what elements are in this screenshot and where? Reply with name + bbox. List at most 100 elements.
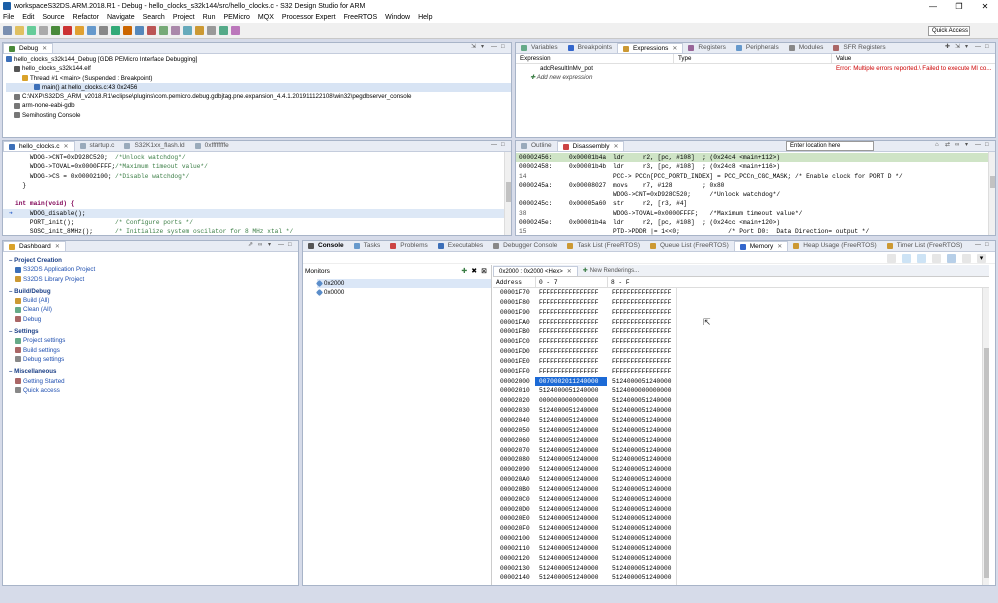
- memory-cell[interactable]: FFFFFFFFFFFFFFFF: [535, 337, 607, 347]
- toolbar-button-18-icon[interactable]: [219, 26, 228, 35]
- disassembly-scrollbar[interactable]: [988, 152, 995, 235]
- memory-row[interactable]: 00002030 5124000051240000 5124000051240000: [493, 406, 989, 416]
- toolbar-button-1-icon[interactable]: [15, 26, 24, 35]
- menu-navigate[interactable]: Navigate: [107, 14, 135, 21]
- code-line[interactable]: SOSC_init_8MHz(); /* Initialize system os…: [3, 227, 511, 235]
- menu-window[interactable]: Window: [385, 14, 410, 21]
- memory-cell[interactable]: FFFFFFFFFFFFFFFF: [535, 357, 607, 367]
- dashboard-link[interactable]: S32DS Library Project: [9, 275, 298, 284]
- memory-cell[interactable]: 5124000051240000: [607, 554, 677, 564]
- tab-outline[interactable]: Outline: [516, 141, 557, 151]
- view-menu-icon[interactable]: ▾: [965, 142, 972, 149]
- close-button[interactable]: ✕: [972, 0, 998, 12]
- export-icon[interactable]: ⇗: [248, 242, 255, 249]
- memory-cell[interactable]: FFFFFFFFFFFFFFFF: [535, 308, 607, 318]
- memory-row[interactable]: 00002130 5124000051240000 5124000051240000: [493, 564, 989, 574]
- debug-tree-item[interactable]: arm-none-eabi-gdb: [6, 101, 511, 110]
- view-menu-icon[interactable]: ▾: [481, 44, 488, 51]
- maximize-button[interactable]: ❐: [946, 0, 972, 12]
- collapse-icon[interactable]: ⇲: [471, 44, 478, 51]
- memory-cell[interactable]: 5124000051240000: [535, 416, 607, 426]
- memory-cell[interactable]: 5124000051240000: [535, 514, 607, 524]
- memory-cell[interactable]: FFFFFFFFFFFFFFFF: [607, 357, 677, 367]
- memory-cell[interactable]: 5124000051240000: [535, 544, 607, 554]
- memory-cell[interactable]: 5124000051240000: [607, 514, 677, 524]
- toolbar-button-10-icon[interactable]: [123, 26, 132, 35]
- dashboard-link[interactable]: Debug: [9, 315, 298, 324]
- memory-row[interactable]: 000020B0 5124000051240000 5124000051240000: [493, 485, 989, 495]
- memory-row[interactable]: 00001FA0 FFFFFFFFFFFFFFFF FFFFFFFFFFFFFFFF: [493, 318, 989, 328]
- memory-cell[interactable]: 5124000051240000: [607, 505, 677, 515]
- menu-freertos[interactable]: FreeRTOS: [344, 14, 378, 21]
- toolbar-button-19-icon[interactable]: [231, 26, 240, 35]
- dashboard-section-title[interactable]: – Miscellaneous: [9, 367, 298, 376]
- minimize-view-icon[interactable]: —: [975, 142, 982, 149]
- memory-cell[interactable]: 0070002011240000: [535, 376, 607, 387]
- memory-cell[interactable]: 5124000051240000: [607, 573, 677, 583]
- memory-row[interactable]: 000020F0 5124000051240000 5124000051240000: [493, 524, 989, 534]
- toolbar-button-8-icon[interactable]: [99, 26, 108, 35]
- import-icon[interactable]: [902, 254, 911, 263]
- memory-row[interactable]: 00001F90 FFFFFFFFFFFFFFFF FFFFFFFFFFFFFFFF: [493, 308, 989, 318]
- memory-cell[interactable]: 5124000051240000: [535, 465, 607, 475]
- tab-queue-list-freertos-[interactable]: Queue List (FreeRTOS): [645, 241, 734, 251]
- view-menu-icon[interactable]: ▾: [268, 242, 275, 249]
- memory-row[interactable]: 00002020 0000000000000000 5124000051240000: [493, 396, 989, 406]
- tab-sfr-registers[interactable]: SFR Registers: [828, 43, 890, 53]
- remove-monitor-icon[interactable]: ✖: [471, 267, 477, 275]
- minimize-view-icon[interactable]: —: [278, 242, 285, 249]
- minimize-button[interactable]: —: [920, 0, 946, 12]
- disassembly-line[interactable]: 14 PCC-> PCCn[PCC_PORTD_INDEX] = PCC_PCCn…: [516, 172, 995, 181]
- close-icon[interactable]: ✕: [613, 142, 618, 152]
- minimize-view-icon[interactable]: —: [491, 142, 498, 149]
- memory-cell[interactable]: 5124000051240000: [535, 505, 607, 515]
- tab-disassembly[interactable]: Disassembly ✕: [556, 141, 625, 152]
- maximize-view-icon[interactable]: □: [985, 242, 992, 249]
- dashboard-link[interactable]: Quick access: [9, 386, 298, 395]
- code-line[interactable]: WDOG->CS = 0x00002100;/*Disable watchdog…: [3, 172, 511, 181]
- memory-cell[interactable]: 5124000051240000: [607, 406, 677, 416]
- toolbar-button-9-icon[interactable]: [111, 26, 120, 35]
- tab-executables[interactable]: Executables: [433, 241, 488, 251]
- add-expression-row[interactable]: ✚ Add new expression: [516, 73, 995, 82]
- memory-cell[interactable]: 5124000051240000: [535, 446, 607, 456]
- close-icon[interactable]: ✕: [55, 242, 60, 252]
- find-icon[interactable]: [932, 254, 941, 263]
- memory-row[interactable]: 00002010 5124000051240000 5124000000000000: [493, 386, 989, 396]
- expression-row[interactable]: adcResultInMv_pot Error: Multiple errors…: [516, 64, 995, 73]
- view-menu-icon[interactable]: ▾: [977, 254, 986, 263]
- memory-cell[interactable]: 5124000051240000: [535, 426, 607, 436]
- tab-tasks[interactable]: Tasks: [349, 241, 386, 251]
- memory-cell[interactable]: 5124000051240000: [607, 396, 677, 406]
- disassembly-line[interactable]: 0000245c: 0x00005a60 str r2, [r3, #4]: [516, 199, 995, 208]
- memory-cell[interactable]: FFFFFFFFFFFFFFFF: [535, 298, 607, 308]
- dashboard-link[interactable]: Build (All): [9, 296, 298, 305]
- memory-cell[interactable]: FFFFFFFFFFFFFFFF: [607, 318, 677, 328]
- memory-row[interactable]: 00001F70 FFFFFFFFFFFFFFFF FFFFFFFFFFFFFFFF: [493, 288, 989, 298]
- code-line[interactable]: ➜ WDOG_disable();: [3, 208, 511, 219]
- tab-new-rendering[interactable]: ✚ New Renderings...: [578, 266, 644, 276]
- close-icon[interactable]: ✕: [567, 267, 572, 277]
- memory-row[interactable]: 000020D0 5124000051240000 5124000051240000: [493, 505, 989, 515]
- memory-row[interactable]: 00001FF0 FFFFFFFFFFFFFFFF FFFFFFFFFFFFFFFF: [493, 367, 989, 377]
- memory-cell[interactable]: 5124000051240000: [607, 524, 677, 534]
- memory-cell[interactable]: 5124000051240000: [535, 475, 607, 485]
- dashboard-section-title[interactable]: – Build/Debug: [9, 287, 298, 296]
- col-value[interactable]: Value: [832, 54, 995, 63]
- memory-row[interactable]: 000020C0 5124000051240000 5124000051240000: [493, 495, 989, 505]
- monitor-item[interactable]: 0x0000: [315, 288, 491, 297]
- memory-cell[interactable]: 5124000051240000: [535, 436, 607, 446]
- view-menu-icon[interactable]: ▾: [965, 44, 972, 51]
- memory-cell[interactable]: FFFFFFFFFFFFFFFF: [607, 367, 677, 377]
- memory-cell[interactable]: 5124000051240000: [607, 485, 677, 495]
- memory-row[interactable]: 00002100 5124000051240000 5124000051240000: [493, 534, 989, 544]
- memory-cell[interactable]: FFFFFFFFFFFFFFFF: [607, 288, 677, 298]
- toolbar-button-0-icon[interactable]: [3, 26, 12, 35]
- memory-cell[interactable]: 0000000000000000: [535, 396, 607, 406]
- memory-row[interactable]: 00002060 5124000051240000 5124000051240000: [493, 436, 989, 446]
- memory-cell[interactable]: 5124000051240000: [535, 534, 607, 544]
- tab-variables[interactable]: Variables: [516, 43, 563, 53]
- close-icon[interactable]: ✕: [42, 44, 47, 54]
- memory-row[interactable]: 00002110 5124000051240000 5124000051240000: [493, 544, 989, 554]
- memory-cell[interactable]: FFFFFFFFFFFFFFFF: [607, 347, 677, 357]
